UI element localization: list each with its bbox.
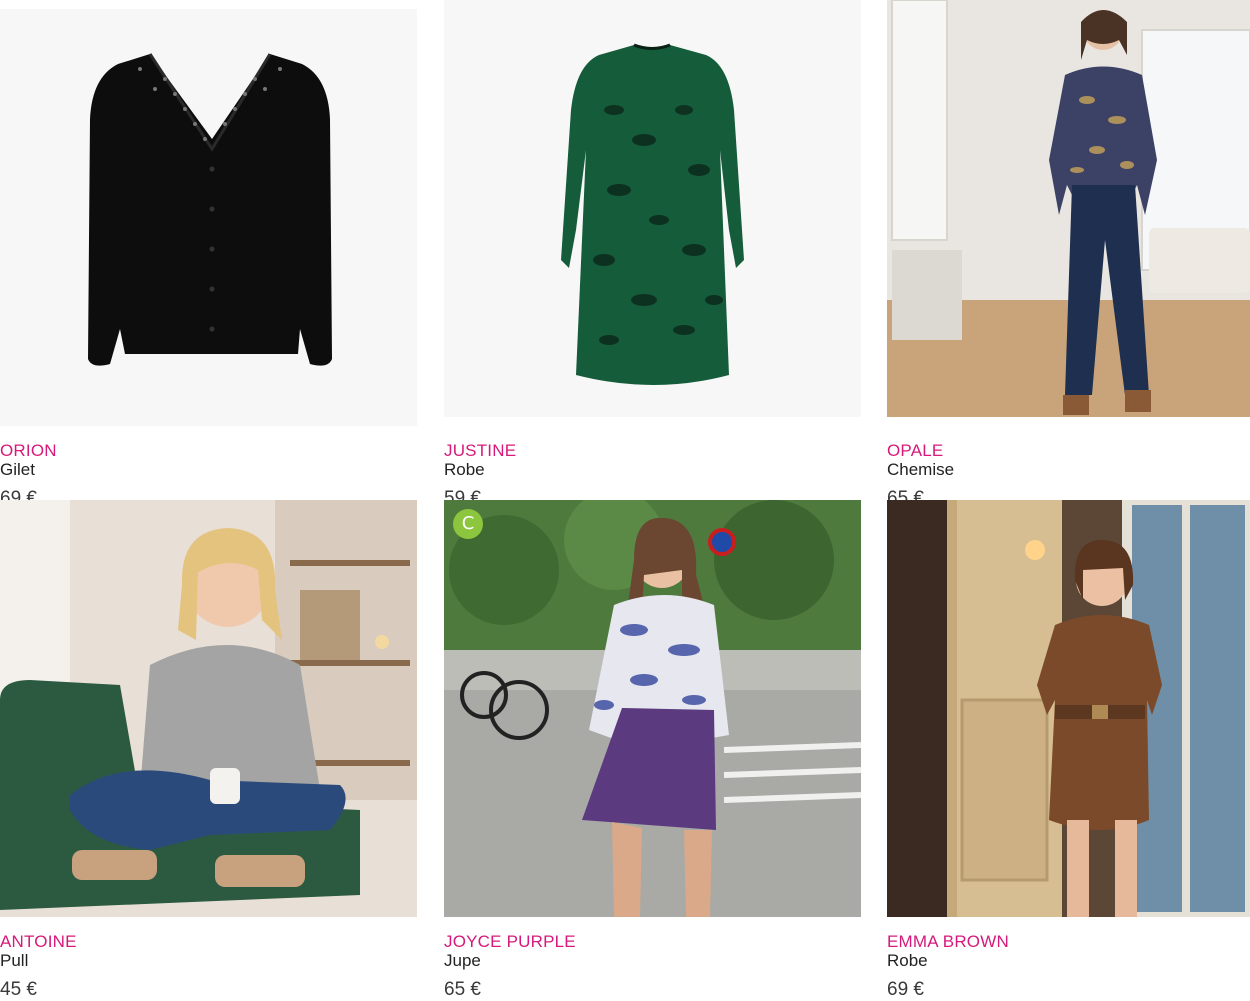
product-image-black-cardigan[interactable]	[0, 9, 417, 426]
product-image-purple-skirt[interactable]: C	[444, 500, 861, 917]
product-price: 69 €	[887, 979, 924, 1000]
product-image-grey-sweater[interactable]	[0, 500, 417, 917]
product-category: Pull	[0, 951, 29, 970]
product-category: Robe	[444, 460, 485, 479]
product-name[interactable]: JOYCE PURPLE	[444, 932, 576, 952]
product-price: 65 €	[444, 979, 481, 1000]
product-name[interactable]: ORION	[0, 441, 57, 461]
product-name[interactable]: ANTOINE	[0, 932, 77, 952]
product-name[interactable]: JUSTINE	[444, 441, 516, 461]
certified-badge-icon: C	[453, 509, 483, 539]
product-category: Jupe	[444, 951, 481, 970]
product-category: Gilet	[0, 460, 35, 479]
product-price: 45 €	[0, 979, 37, 1000]
product-category: Robe	[887, 951, 928, 970]
product-image-green-dress[interactable]	[444, 0, 861, 417]
product-image-brown-dress[interactable]	[887, 500, 1250, 917]
product-name[interactable]: OPALE	[887, 441, 943, 461]
product-image-patterned-shirt[interactable]	[887, 0, 1250, 417]
product-name[interactable]: EMMA BROWN	[887, 932, 1009, 952]
product-category: Chemise	[887, 460, 955, 479]
